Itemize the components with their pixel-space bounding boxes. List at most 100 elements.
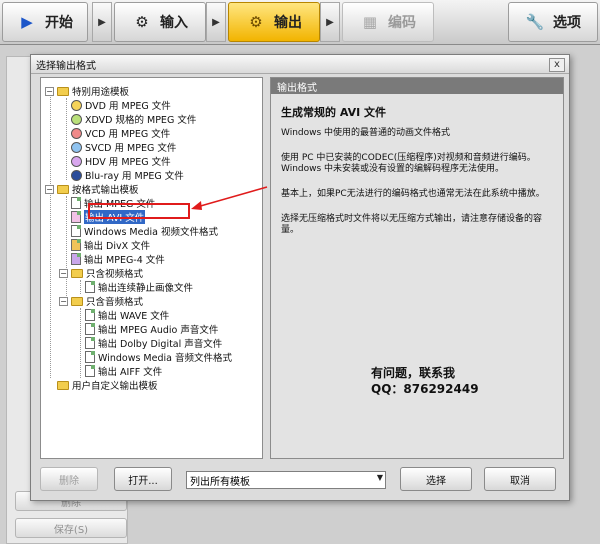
tree-label: 用户自定义输出模板 — [72, 381, 158, 392]
dvd-disc-icon — [71, 99, 82, 111]
folder-icon — [57, 184, 69, 194]
start-button[interactable]: ▶ 开始 — [2, 2, 88, 42]
audio-file-icon — [85, 365, 95, 377]
folder-icon — [57, 380, 69, 390]
wrench-icon: 🔧 — [525, 13, 545, 31]
close-icon: x — [554, 59, 560, 70]
info-title: 生成常规的 AVI 文件 — [281, 106, 387, 119]
tree-label: DVD 用 MPEG 文件 — [85, 101, 171, 112]
input-label: 输入 — [160, 15, 188, 31]
image-sequence-icon — [85, 281, 95, 293]
start-label: 开始 — [45, 15, 73, 31]
audio-file-icon — [85, 337, 95, 349]
vcd-disc-icon — [71, 127, 82, 139]
info-paragraph: Windows 中使用的最普通的动画文件格式 — [281, 128, 451, 138]
cancel-button[interactable]: 取消 — [484, 467, 556, 491]
start-arrow-button[interactable]: ▶ — [92, 2, 112, 42]
tree-guide-line — [80, 280, 81, 294]
watermark-line: QQ：876292449 — [371, 382, 479, 396]
xdvd-disc-icon — [71, 113, 82, 125]
collapse-icon[interactable]: − — [45, 86, 54, 96]
tree-label: Windows Media 视频文件格式 — [84, 227, 218, 238]
contact-watermark: 有问题，联系我 QQ：876292449 — [371, 365, 479, 397]
options-label: 选项 — [553, 15, 581, 31]
tree-label: 只含音频格式 — [86, 297, 144, 308]
watermark-line: 有问题，联系我 — [371, 366, 456, 380]
tree-item-out-mpeg4[interactable]: 输出 MPEG-4 文件 — [71, 252, 165, 266]
tree-node-video-only[interactable]: − 只含视频格式 — [59, 266, 143, 280]
tree-item-out-wma[interactable]: Windows Media 音频文件格式 — [85, 350, 232, 364]
tree-item-out-mpeg-audio[interactable]: 输出 MPEG Audio 声音文件 — [85, 322, 218, 336]
tree-label: 按格式输出模板 — [72, 185, 139, 196]
options-button[interactable]: 🔧 选项 — [508, 2, 598, 42]
tree-node-audio-only[interactable]: − 只含音频格式 — [59, 294, 143, 308]
tree-label: SVCD 用 MPEG 文件 — [85, 143, 177, 154]
chevron-right-icon: ▶ — [98, 16, 106, 28]
select-button[interactable]: 选择 — [400, 467, 472, 491]
tree-guide-line — [66, 98, 67, 180]
tree-label: 输出 AIFF 文件 — [98, 367, 163, 378]
tree-item-xdvd[interactable]: XDVD 规格的 MPEG 文件 — [71, 112, 196, 126]
divx-file-icon — [71, 239, 81, 251]
output-button[interactable]: ⚙ 输出 — [228, 2, 320, 42]
tree-item-dvd[interactable]: DVD 用 MPEG 文件 — [71, 98, 171, 112]
svcd-disc-icon — [71, 141, 82, 153]
tree-label: Windows Media 音频文件格式 — [98, 353, 232, 364]
tree-label: 输出 Dolby Digital 声音文件 — [98, 339, 223, 350]
collapse-icon[interactable]: − — [59, 268, 68, 278]
encode-button[interactable]: ▦ 编码 — [342, 2, 434, 42]
audio-file-icon — [85, 351, 95, 363]
tree-item-out-divx[interactable]: 输出 DivX 文件 — [71, 238, 150, 252]
tree-guide-line — [80, 308, 81, 378]
tree-label: 输出 WAVE 文件 — [98, 311, 170, 322]
tree-label: VCD 用 MPEG 文件 — [85, 129, 171, 140]
input-button[interactable]: ⚙ 输入 — [114, 2, 206, 42]
template-tree: − 特别用途模板 DVD 用 MPEG 文件 XDVD 规格的 MPEG 文件 … — [40, 77, 263, 459]
chevron-right-icon: ▶ — [326, 16, 334, 28]
tree-item-bluray[interactable]: Blu-ray 用 MPEG 文件 — [71, 168, 184, 182]
annotation-highlight-box — [88, 203, 190, 219]
tree-guide-line — [66, 196, 67, 300]
dialog-title: 选择输出格式 — [36, 60, 96, 72]
main-toolbar: ▶ 开始 ▶ ⚙ 输入 ▶ ⚙ 输出 ▶ ▦ 编码 🔧 选项 — [0, 0, 600, 45]
close-button[interactable]: x — [549, 58, 565, 72]
dialog-title-bar: 选择输出格式 — [31, 55, 569, 74]
template-filter-select[interactable]: 列出所有模板 ▼ — [186, 471, 386, 489]
collapse-icon[interactable]: − — [59, 296, 68, 306]
tree-label: Blu-ray 用 MPEG 文件 — [85, 171, 184, 182]
chevron-right-icon: ▶ — [212, 16, 220, 28]
film-strip-icon: ▦ — [362, 13, 378, 31]
info-paragraph: 基本上，如果PC无法进行的编码格式也通常无法在此系统中播放。 — [281, 189, 545, 199]
encode-label: 编码 — [388, 15, 416, 31]
mpeg-file-icon — [71, 197, 81, 209]
output-format-dialog: 选择输出格式 x − 特别用途模板 DVD 用 MPEG 文件 XDVD 规格的… — [30, 54, 570, 501]
film-reel-icon: ⚙ — [135, 13, 149, 31]
tree-guide-line — [50, 90, 51, 378]
tree-node-special[interactable]: − 特别用途模板 — [45, 84, 129, 98]
tree-item-out-aiff[interactable]: 输出 AIFF 文件 — [85, 364, 162, 378]
tree-label: 输出 MPEG-4 文件 — [84, 255, 165, 266]
folder-icon — [71, 268, 83, 278]
tree-node-user-defined[interactable]: 用户自定义输出模板 — [57, 378, 158, 392]
tree-item-svcd[interactable]: SVCD 用 MPEG 文件 — [71, 140, 176, 154]
tree-label: HDV 用 MPEG 文件 — [85, 157, 171, 168]
tree-item-out-wave[interactable]: 输出 WAVE 文件 — [85, 308, 169, 322]
tree-node-by-format[interactable]: − 按格式输出模板 — [45, 182, 139, 196]
avi-file-icon — [71, 211, 81, 223]
input-arrow-button[interactable]: ▶ — [206, 2, 226, 42]
collapse-icon[interactable]: − — [45, 184, 54, 194]
tree-label: 输出连续静止画像文件 — [98, 283, 194, 294]
play-icon: ▶ — [21, 13, 33, 31]
output-arrow-button[interactable]: ▶ — [320, 2, 340, 42]
tree-item-out-still[interactable]: 输出连续静止画像文件 — [85, 280, 193, 294]
delete-button[interactable]: 删除 — [40, 467, 98, 491]
background-save-button[interactable]: 保存(S) — [15, 518, 127, 538]
tree-item-hdv[interactable]: HDV 用 MPEG 文件 — [71, 154, 171, 168]
tree-label: 只含视频格式 — [86, 269, 144, 280]
tree-label: 输出 DivX 文件 — [84, 241, 151, 252]
tree-item-out-wmv[interactable]: Windows Media 视频文件格式 — [71, 224, 218, 238]
open-button[interactable]: 打开... — [114, 467, 172, 491]
tree-item-out-dolby[interactable]: 输出 Dolby Digital 声音文件 — [85, 336, 222, 350]
tree-item-vcd[interactable]: VCD 用 MPEG 文件 — [71, 126, 170, 140]
hdv-disc-icon — [71, 155, 82, 167]
